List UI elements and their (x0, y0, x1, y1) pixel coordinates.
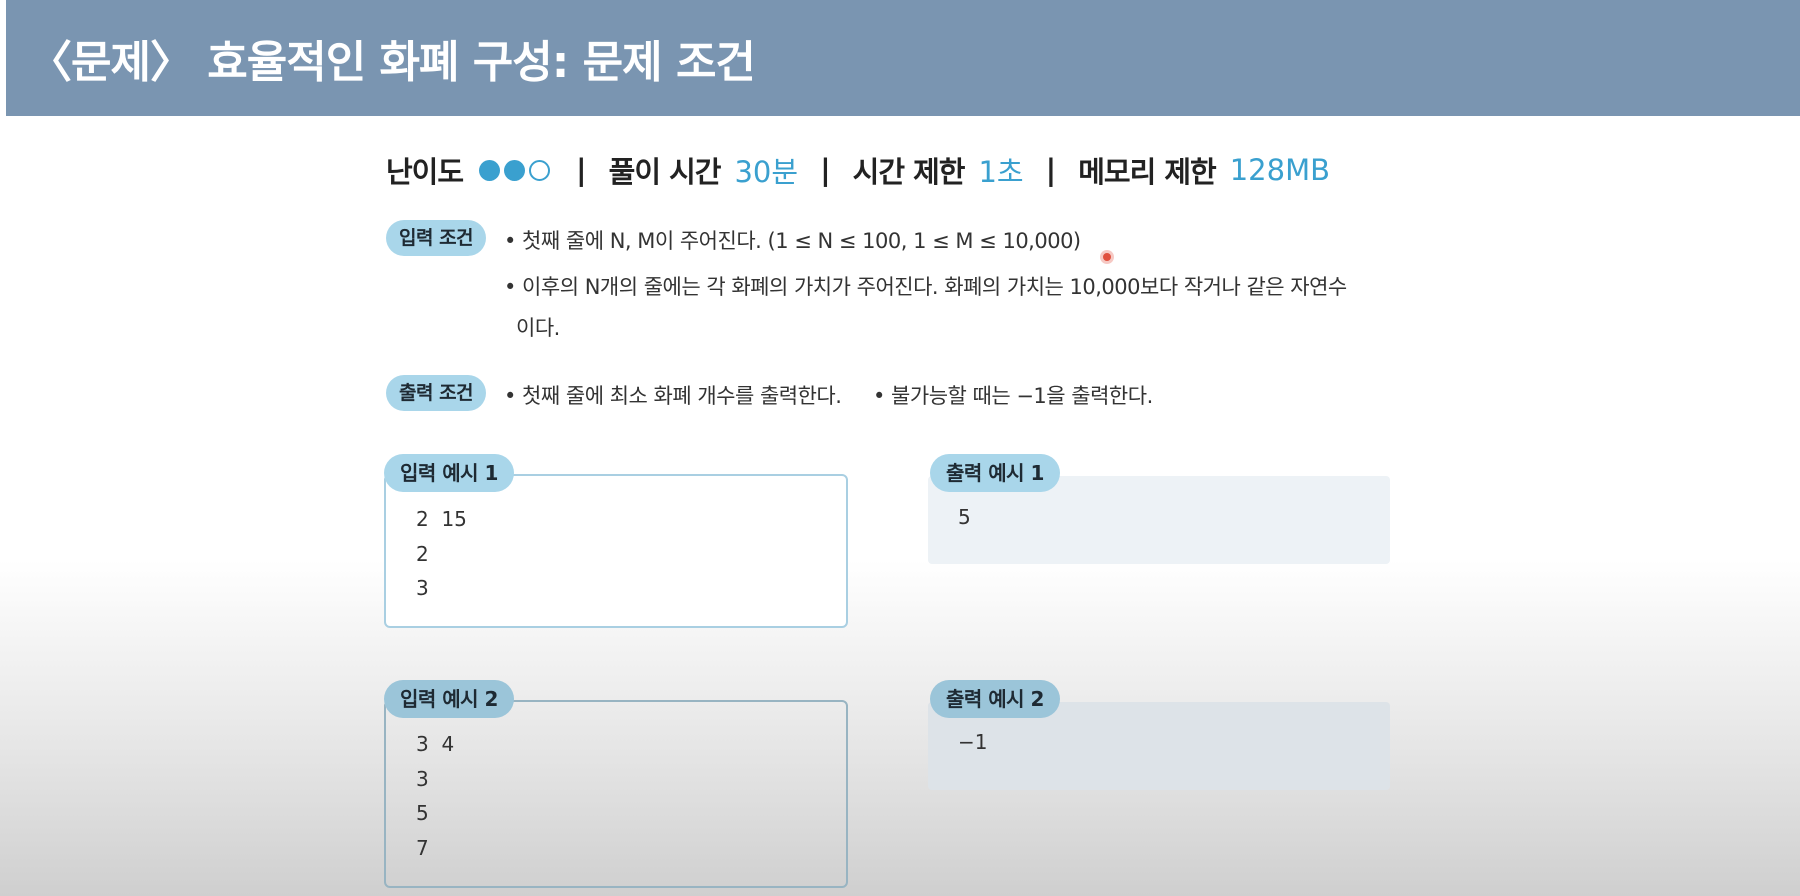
solve-time-value: 30분 (734, 155, 799, 189)
input-example-line: 7 (416, 835, 429, 860)
output-example-line: −1 (958, 730, 988, 754)
title-banner: 〈문제〉 효율적인 화폐 구성: 문제 조건 (6, 0, 1800, 116)
output-condition-bullet: • 첫째 줄에 최소 화폐 개수를 출력한다. (504, 384, 842, 408)
input-example-label: 입력 예시 2 (384, 680, 514, 718)
input-condition-text: • 이후의 N개의 줄에는 각 화폐의 가치가 주어진다. 화폐의 가치는 10… (504, 275, 1347, 299)
input-example-line: 3 (416, 766, 429, 791)
problem-meta-bar: 난이도 | 풀이 시간 30분 | 시간 제한 1초 | 메모리 제한 128M… (386, 150, 1330, 190)
input-example-box: 2 15 2 3 (384, 474, 848, 628)
input-condition-bullet: • 이후의 N개의 줄에는 각 화폐의 가치가 주어진다. 화폐의 가치는 10… (504, 267, 1384, 349)
input-example-line: 5 (416, 801, 429, 825)
time-limit-value: 1초 (978, 155, 1024, 189)
output-example-line: 5 (958, 505, 971, 529)
difficulty-rating (479, 159, 554, 181)
difficulty-dot-filled-icon (479, 159, 501, 181)
time-limit-label: 시간 제한 (852, 155, 966, 189)
output-example-content: 5 (958, 500, 971, 535)
input-example-box: 3 4 3 5 7 (384, 700, 848, 888)
meta-separator: | (576, 153, 587, 187)
meta-separator: | (1045, 153, 1057, 187)
memory-limit-label: 메모리 제한 (1078, 155, 1216, 189)
laser-pointer-icon (1100, 250, 1114, 264)
input-condition-text-continued: 이다. (516, 316, 560, 340)
input-example-content: 2 15 2 3 (416, 502, 467, 606)
difficulty-dot-filled-icon (504, 159, 526, 181)
input-example-label: 입력 예시 1 (384, 454, 514, 492)
page-title: 〈문제〉 효율적인 화폐 구성: 문제 조건 (28, 37, 756, 88)
input-example-line: 3 4 (416, 732, 455, 756)
input-example-line: 3 (416, 576, 429, 600)
input-example-content: 3 4 3 5 7 (416, 727, 454, 865)
input-example-line: 2 15 (416, 507, 467, 531)
output-condition-bullet: • 불가능할 때는 −1을 출력한다. (873, 384, 1153, 408)
input-conditions-label: 입력 조건 (386, 220, 487, 256)
memory-limit-value: 128MB (1229, 153, 1330, 187)
solve-time-label: 풀이 시간 (608, 155, 722, 189)
output-example-label: 출력 예시 1 (930, 454, 1060, 492)
output-example-label: 출력 예시 2 (930, 680, 1060, 718)
difficulty-label: 난이도 (386, 155, 464, 189)
meta-separator: | (820, 153, 831, 187)
difficulty-dot-empty-icon (529, 159, 551, 181)
output-conditions-label: 출력 조건 (386, 375, 487, 411)
output-example-content: −1 (958, 725, 987, 760)
input-example-line: 2 (416, 541, 429, 566)
input-condition-bullet: • 첫째 줄에 N, M이 주어진다. (1 ≤ N ≤ 100, 1 ≤ M … (504, 229, 1081, 253)
